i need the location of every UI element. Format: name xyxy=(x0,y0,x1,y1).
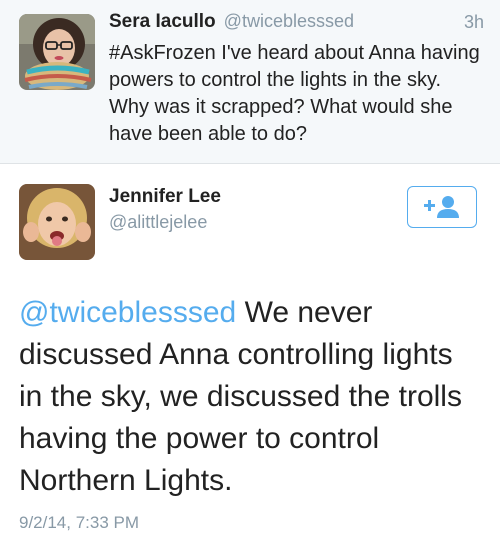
avatar[interactable] xyxy=(19,14,95,90)
parent-tweet-header: Sera Iacullo @twiceblesssed 3h xyxy=(109,11,484,37)
parent-tweet-text: #AskFrozen I've heard about Anna having … xyxy=(109,42,480,145)
avatar[interactable] xyxy=(19,184,95,260)
add-user-icon xyxy=(424,196,459,218)
author-name[interactable]: Sera Iacullo xyxy=(109,11,216,33)
follow-button[interactable] xyxy=(407,186,477,228)
avatar-image-sera xyxy=(19,14,95,90)
tweet-text: @twiceblesssed We never discussed Anna c… xyxy=(19,292,484,502)
author-handle[interactable]: @alittlejelee xyxy=(109,212,207,233)
mention-link[interactable]: @twiceblesssed xyxy=(19,296,236,329)
tweet-detail-view: Sera Iacullo @twiceblesssed 3h #AskFroze… xyxy=(0,0,500,556)
author-name[interactable]: Jennifer Lee xyxy=(109,186,221,208)
tweet-date: 9/2/14, 7:33 PM xyxy=(19,513,140,532)
avatar-image-jennifer xyxy=(19,184,95,260)
tweet-timestamp: 3h xyxy=(463,12,484,32)
author-handle[interactable]: @twiceblesssed xyxy=(224,11,354,32)
parent-tweet[interactable]: Sera Iacullo @twiceblesssed 3h #AskFroze… xyxy=(0,0,500,164)
